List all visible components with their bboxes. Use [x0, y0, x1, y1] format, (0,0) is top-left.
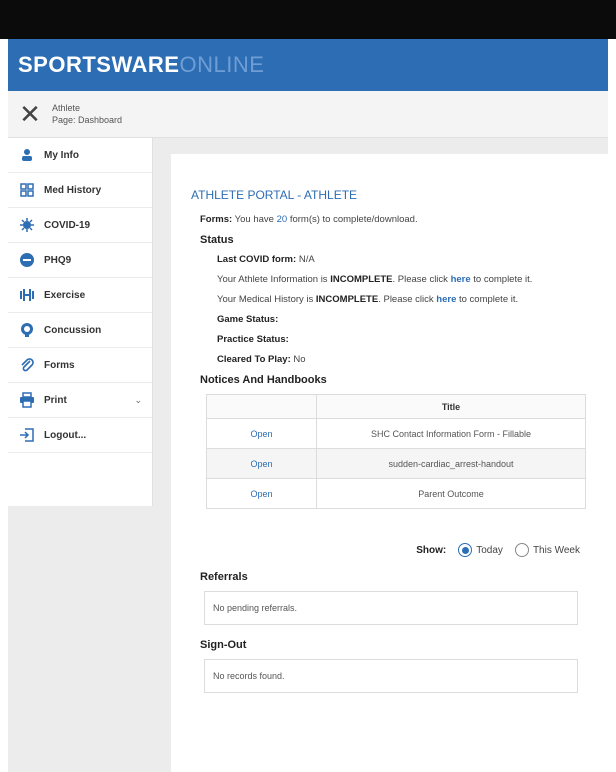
last-covid-line: Last COVID form: N/A: [217, 254, 590, 266]
signout-heading: Sign-Out: [200, 639, 247, 651]
radio-this-week-label: This Week: [532, 544, 580, 556]
radio-today-label: Today: [476, 544, 503, 556]
person-icon: [18, 146, 36, 164]
med-history-prefix: Your Medical History is: [217, 294, 314, 305]
brand-logo-light: ONLINE: [179, 52, 265, 77]
sidebar-item-label: Exercise: [44, 289, 86, 301]
brain-icon: [18, 321, 36, 339]
chevron-down-icon[interactable]: ⌄: [134, 395, 142, 406]
sidebar-item-med-history[interactable]: Med History: [8, 173, 152, 208]
printer-icon: [18, 391, 36, 409]
game-status-label: Game Status:: [217, 314, 279, 325]
med-history-suffix: to complete it.: [459, 294, 519, 305]
practice-status-line: Practice Status:: [217, 334, 590, 346]
med-history-mid: . Please click: [378, 294, 434, 305]
virus-icon: [18, 216, 36, 234]
sidebar-item-print[interactable]: Print ⌄: [8, 383, 152, 418]
notice-title: Parent Outcome: [316, 478, 586, 509]
game-status-line: Game Status:: [217, 314, 590, 326]
athlete-info-here-link[interactable]: here: [451, 274, 471, 285]
last-covid-label: Last COVID form:: [217, 254, 297, 265]
show-label: Show:: [416, 544, 447, 556]
open-link[interactable]: Open: [206, 418, 317, 449]
table-row: Open Parent Outcome: [206, 478, 586, 509]
med-history-here-link[interactable]: here: [436, 294, 456, 305]
sidebar-item-label: Forms: [44, 359, 75, 371]
notice-title: sudden-cardiac_arrest-handout: [316, 448, 586, 479]
sidebar-item-covid[interactable]: COVID-19: [8, 208, 152, 243]
close-icon[interactable]: ✕: [8, 91, 52, 138]
sidebar-item-label: Print: [44, 394, 67, 406]
radio-today[interactable]: [458, 543, 473, 557]
forms-suffix: form(s) to complete/download.: [289, 214, 418, 225]
app-container: SPORTSWARE ONLINE ✕ Athlete Page: Dashbo…: [8, 39, 608, 772]
table-header-action: [206, 394, 317, 419]
athlete-info-prefix: Your Athlete Information is: [217, 274, 328, 285]
frame-right: [608, 39, 616, 772]
sidebar-item-label: Med History: [44, 184, 102, 196]
context-role: Athlete: [52, 103, 81, 113]
referrals-empty-text: No pending referrals.: [213, 603, 298, 613]
cleared-value: No: [293, 354, 306, 365]
context-row: ✕ Athlete Page: Dashboard: [8, 91, 608, 138]
window-top-bar: [0, 0, 616, 39]
status-heading: Status: [200, 234, 234, 246]
athlete-info-mid: . Please click: [392, 274, 448, 285]
open-link[interactable]: Open: [206, 478, 317, 509]
grid-icon: [18, 181, 36, 199]
forms-count-link[interactable]: 20: [277, 214, 288, 225]
table-header-row: Title: [206, 394, 586, 419]
sidebar-item-label: COVID-19: [44, 219, 91, 231]
athlete-info-state: INCOMPLETE: [330, 274, 393, 285]
dots-icon: [18, 251, 36, 269]
dumbbell-icon: [18, 286, 36, 304]
sidebar-item-concussion[interactable]: Concussion: [8, 313, 152, 348]
sidebar-item-forms[interactable]: Forms: [8, 348, 152, 383]
notices-table: Title Open SHC Contact Information Form …: [206, 394, 586, 509]
referrals-box: No pending referrals.: [204, 591, 578, 625]
sidebar-item-label: Logout...: [44, 429, 87, 441]
sidebar-item-label: PHQ9: [44, 254, 72, 266]
brand-logo-strong: SPORTSWARE: [18, 52, 180, 77]
referrals-heading: Referrals: [200, 571, 248, 583]
med-history-line: Your Medical History is INCOMPLETE. Plea…: [217, 294, 590, 306]
brand-header: SPORTSWARE ONLINE: [8, 39, 608, 91]
table-header-title: Title: [316, 394, 586, 419]
sidebar-item-exercise[interactable]: Exercise: [8, 278, 152, 313]
forms-label: Forms:: [200, 214, 233, 225]
context-page: Page: Dashboard: [52, 115, 123, 125]
forms-prefix: You have: [234, 214, 274, 225]
sidebar-item-my-info[interactable]: My Info: [8, 138, 152, 173]
table-row: Open SHC Contact Information Form - Fill…: [206, 418, 586, 449]
main-panel: ATHLETE PORTAL - ATHLETE Forms: You have…: [171, 154, 608, 772]
status-block: Last COVID form: N/A Your Athlete Inform…: [200, 254, 590, 366]
med-history-state: INCOMPLETE: [315, 294, 379, 305]
sidebar: My Info Med History COVID-19 PHQ9 Exerci…: [8, 138, 153, 506]
table-row: Open sudden-cardiac_arrest-handout: [206, 448, 586, 479]
show-filter: Show: Today This Week: [200, 543, 590, 557]
open-link[interactable]: Open: [206, 448, 317, 479]
sidebar-item-label: Concussion: [44, 324, 102, 336]
frame-left: [0, 39, 8, 772]
athlete-info-line: Your Athlete Information is INCOMPLETE. …: [217, 274, 590, 286]
notices-heading: Notices And Handbooks: [200, 374, 327, 386]
signout-empty-text: No records found.: [213, 671, 285, 681]
notice-title: SHC Contact Information Form - Fillable: [316, 418, 586, 449]
last-covid-value: N/A: [298, 254, 315, 265]
sidebar-item-label: My Info: [44, 149, 79, 161]
context-info: Athlete Page: Dashboard: [52, 102, 122, 126]
sidebar-item-phq9[interactable]: PHQ9: [8, 243, 152, 278]
dashboard-content: Forms: You have 20 form(s) to complete/d…: [200, 214, 590, 693]
athlete-info-suffix: to complete it.: [473, 274, 533, 285]
forms-line: Forms: You have 20 form(s) to complete/d…: [200, 214, 590, 226]
cleared-line: Cleared To Play: No: [217, 354, 590, 366]
radio-this-week[interactable]: [514, 543, 529, 557]
page-title: ATHLETE PORTAL - ATHLETE: [191, 188, 358, 202]
practice-status-label: Practice Status:: [217, 334, 289, 345]
paperclip-icon: [18, 356, 36, 374]
cleared-label: Cleared To Play:: [217, 354, 291, 365]
signout-box: No records found.: [204, 659, 578, 693]
logout-icon: [18, 426, 36, 444]
sidebar-item-logout[interactable]: Logout...: [8, 418, 152, 453]
